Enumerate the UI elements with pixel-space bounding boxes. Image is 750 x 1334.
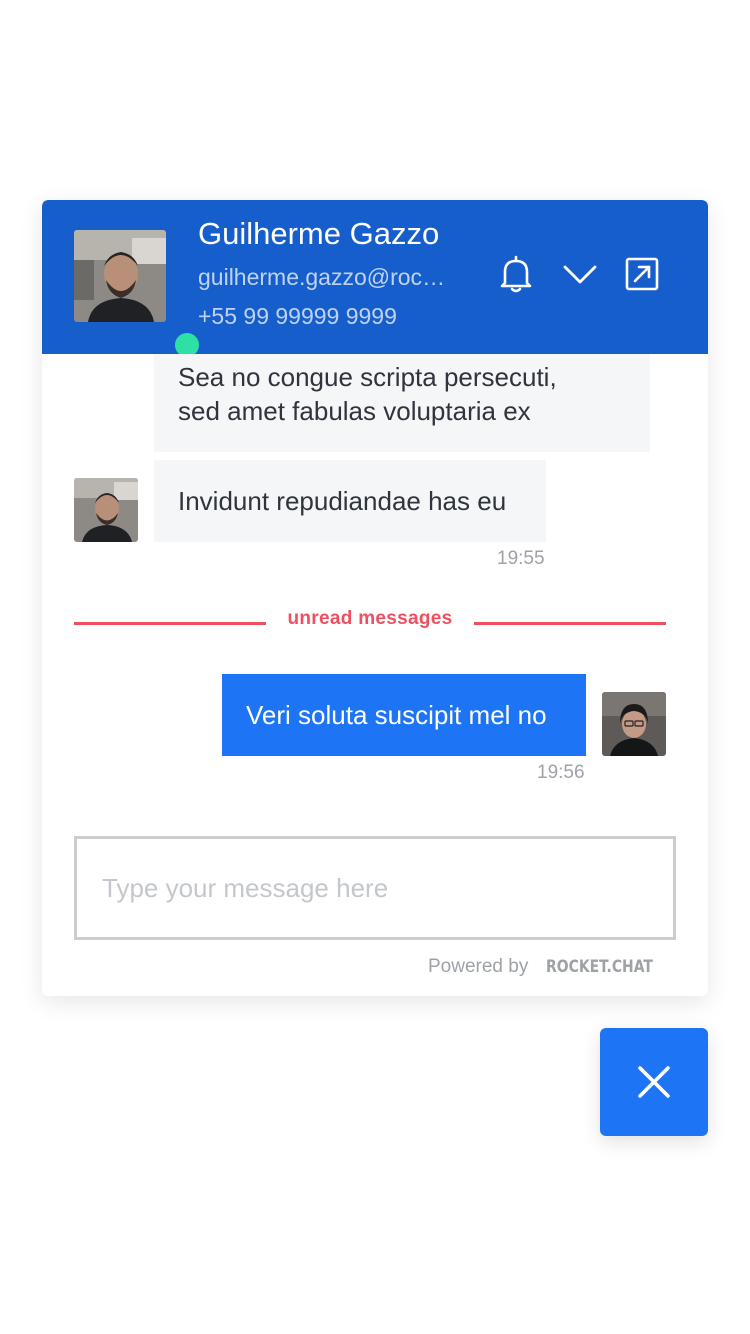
powered-by-label: Powered by: [428, 956, 529, 977]
user-photo: [602, 692, 666, 756]
close-icon: [638, 1066, 670, 1098]
notifications-button[interactable]: [494, 252, 538, 296]
close-chat-button[interactable]: [600, 1028, 708, 1136]
message-bubble-outgoing: Veri soluta suscipit mel no: [222, 674, 586, 756]
agent-avatar: [74, 230, 202, 360]
agent-message-avatar: [74, 478, 138, 542]
message-timestamp: 19:56: [537, 762, 585, 783]
unread-messages-label: unread messages: [287, 608, 453, 629]
message-bubble-incoming: Sea no congue scripta persecuti, sed ame…: [154, 354, 650, 452]
chevron-down-icon: [563, 265, 597, 284]
pop-out-icon: [625, 257, 659, 291]
message-list[interactable]: Sea no congue scripta persecuti, sed ame…: [42, 354, 708, 824]
agent-email: guilherme.gazzo@rocket.chat: [198, 264, 448, 290]
user-message-avatar: [602, 692, 666, 756]
minimize-button[interactable]: [558, 252, 602, 296]
agent-phone: +55 99 99999 9999: [198, 303, 397, 329]
rocketchat-logo[interactable]: ROCKET.CHAT: [544, 952, 668, 982]
message-timestamp: 19:55: [497, 548, 545, 569]
agent-photo: [74, 478, 138, 542]
bell-icon: [500, 255, 532, 293]
livechat-widget: Guilherme Gazzo guilherme.gazzo@rocket.c…: [42, 200, 708, 996]
message-text: Invidunt repudiandae has eu: [178, 486, 507, 516]
message-text: Sea no congue scripta persecuti,: [178, 362, 557, 392]
rocketchat-brand-text: ROCKET.CHAT: [546, 957, 653, 977]
pop-out-button[interactable]: [620, 252, 664, 296]
chat-header: Guilherme Gazzo guilherme.gazzo@rocket.c…: [42, 200, 708, 360]
message-input[interactable]: [77, 839, 673, 937]
message-text: Veri soluta suscipit mel no: [246, 700, 547, 730]
message-composer[interactable]: [74, 836, 676, 940]
message-bubble-incoming: Invidunt repudiandae has eu: [154, 460, 546, 542]
unread-divider-right: [474, 622, 666, 625]
message-text: sed amet fabulas voluptaria ex: [178, 396, 531, 426]
agent-name: Guilherme Gazzo: [198, 216, 440, 251]
agent-photo: [74, 230, 166, 322]
unread-divider-left: [74, 622, 266, 625]
